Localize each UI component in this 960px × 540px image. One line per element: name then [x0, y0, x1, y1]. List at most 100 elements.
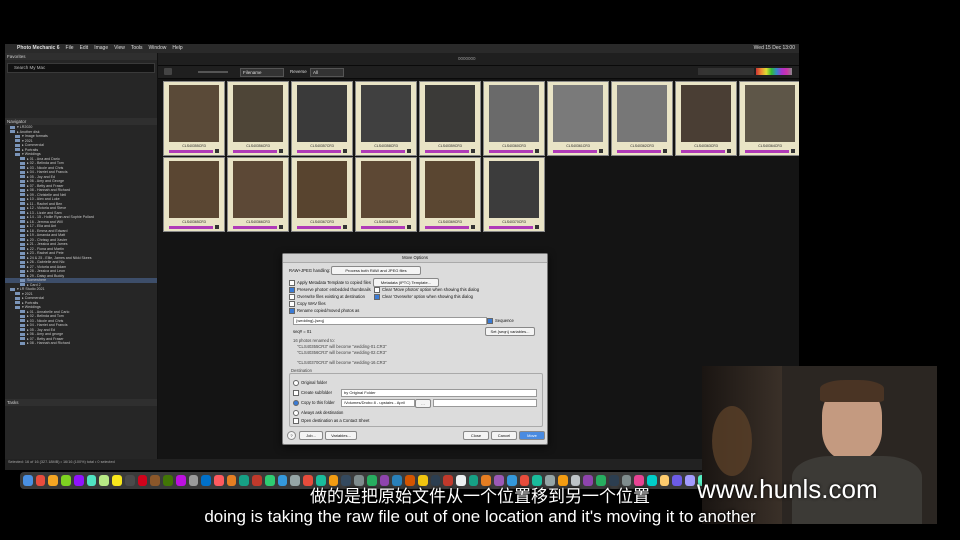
tag-checkbox-icon[interactable] [663, 149, 667, 153]
thumbnail-cell[interactable]: CLS40370CR3 [483, 157, 545, 232]
thumbnail-cell[interactable]: CLS40358CR3 [355, 81, 417, 156]
folder-icon [10, 125, 15, 129]
folder-icon [20, 265, 25, 269]
raw-jpeg-select[interactable]: Process both RAW and JPEG files [331, 266, 421, 275]
tag-checkbox-icon[interactable] [535, 225, 539, 229]
overwrite-checkbox[interactable]: Overwrite files existing at destination [289, 294, 365, 300]
sidebar-tree-label: ▸ 20 - Chrissy and Xavier [27, 237, 68, 242]
menu-image[interactable]: Image [94, 44, 108, 53]
subfolder-field[interactable]: by Original Folder [341, 389, 537, 397]
sidebar-tree-label: ▸ 05 - Joy and Ed [27, 327, 55, 332]
original-folder-radio[interactable]: Original folder [293, 380, 327, 386]
thumbnail-cell[interactable]: CLS40369CR3 [419, 157, 481, 232]
thumbnail-cell[interactable]: CLS40362CR3 [611, 81, 673, 156]
folder-icon [20, 206, 25, 210]
tag-checkbox-icon[interactable] [791, 149, 795, 153]
preserve-thumbnails-checkbox[interactable]: Preserve photos' embedded thumbnails [289, 287, 371, 293]
sort-dropdown[interactable]: Filename [240, 68, 284, 77]
thumbnail-cell[interactable]: CLS40357CR3 [291, 81, 353, 156]
color-class-bar [297, 226, 341, 229]
thumbnail-filename: CLS40368CR3 [374, 220, 398, 224]
thumbnail-cell[interactable]: CLS40360CR3 [483, 81, 545, 156]
menu-app[interactable]: Photo Mechanic 6 [17, 44, 60, 53]
folder-path-field[interactable]: /Volumes/Drobo 8 - upstairs - April Wedd… [341, 399, 415, 407]
rename-field[interactable]: {wedding}-{seq} [293, 317, 487, 325]
copy-to-folder-radio[interactable]: Copy to this folder [293, 400, 335, 406]
tag-checkbox-icon[interactable] [471, 225, 475, 229]
thumbnail-filename: CLS40361CR3 [566, 144, 590, 148]
menu-view[interactable]: View [114, 44, 125, 53]
set-variables-button[interactable]: Set {seqn} variables... [485, 327, 535, 336]
thumbnail-cell[interactable]: CLS40359CR3 [419, 81, 481, 156]
thumbnail-cell[interactable]: CLS40368CR3 [355, 157, 417, 232]
tag-checkbox-icon[interactable] [279, 225, 283, 229]
thumbnail-cell[interactable]: CLS40361CR3 [547, 81, 609, 156]
help-button[interactable]: ? [287, 431, 296, 440]
thumbnail-cell[interactable]: CLS40356CR3 [227, 81, 289, 156]
tag-checkbox-icon[interactable] [215, 225, 219, 229]
rating-filter[interactable] [698, 68, 754, 75]
menu-tools[interactable]: Tools [131, 44, 143, 53]
thumbnail-filename: CLS40370CR3 [502, 220, 526, 224]
menu-edit[interactable]: Edit [80, 44, 89, 53]
thumbnail-image [489, 161, 539, 218]
filter-dropdown[interactable]: All [310, 68, 344, 77]
always-ask-radio[interactable]: Always ask destination [293, 410, 343, 416]
tag-checkbox-icon[interactable] [535, 149, 539, 153]
move-options-dialog: Move Options RAW+JPEG handling: Process … [282, 253, 548, 445]
thumbnail-filename: CLS40355CR3 [182, 144, 206, 148]
create-subfolder-checkbox[interactable]: Create subfolder [293, 390, 332, 396]
sidebar-tree-label: ▸ 13 - Lizzie and Sam [27, 210, 62, 215]
tag-checkbox-icon[interactable] [279, 149, 283, 153]
close-button[interactable]: Close [463, 431, 489, 440]
clear-overwrite-checkbox[interactable]: Clear 'Overwrite' option when showing th… [374, 294, 473, 300]
choose-folder-button[interactable]: … [415, 399, 431, 408]
thumbnail-filename: CLS40364CR3 [758, 144, 782, 148]
sidebar-tree-item[interactable]: ▸ 08 - Hannah and Richard [5, 341, 157, 346]
thumbnail-image [361, 85, 411, 142]
tag-checkbox-icon[interactable] [407, 149, 411, 153]
sort-icon[interactable] [164, 68, 172, 75]
folder-path-extra[interactable] [433, 399, 537, 407]
thumbnail-image [745, 85, 795, 142]
tag-checkbox-icon[interactable] [727, 149, 731, 153]
tag-checkbox-icon[interactable] [407, 225, 411, 229]
tag-checkbox-icon[interactable] [343, 225, 347, 229]
open-contact-checkbox[interactable]: Open destination as a Contact Sheet [293, 418, 369, 424]
menu-file[interactable]: File [66, 44, 74, 53]
metadata-template-button[interactable]: Metadata (IPTC) Template... [373, 278, 439, 287]
thumbnail-cell[interactable]: CLS40355CR3 [163, 81, 225, 156]
thumbnail-filename: CLS40359CR3 [438, 144, 462, 148]
sequence-checkbox[interactable]: Sequence [487, 318, 514, 324]
variables-button[interactable]: Variables... [325, 431, 357, 440]
cancel-button[interactable]: Cancel [491, 431, 517, 440]
copy-wav-checkbox[interactable]: Copy WAV files [289, 301, 326, 307]
clear-move-checkbox[interactable]: Clear 'Move photos' option when showing … [374, 287, 479, 293]
tag-checkbox-icon[interactable] [215, 149, 219, 153]
menu-window[interactable]: Window [149, 44, 167, 53]
search-input[interactable]: Search My Mac [7, 63, 155, 73]
folder-icon [20, 170, 25, 174]
rename-checkbox[interactable]: Rename copied/moved photos as [289, 308, 359, 314]
sidebar-tree-label: ▾ Weddings [22, 152, 41, 156]
thumbnail-cell[interactable]: CLS40366CR3 [227, 157, 289, 232]
thumbnail-cell[interactable]: CLS40367CR3 [291, 157, 353, 232]
thumbnail-cell[interactable]: CLS40363CR3 [675, 81, 737, 156]
tag-checkbox-icon[interactable] [343, 149, 347, 153]
thumbnail-cell[interactable]: CLS40364CR3 [739, 81, 799, 156]
reverse-label[interactable]: Reverse [290, 69, 307, 74]
thumbnail-size-slider[interactable] [198, 71, 228, 73]
folder-icon [20, 202, 25, 206]
sidebar-tree-label: ▸ 03 - Nicole and Chris [27, 318, 64, 323]
move-button[interactable]: Move [519, 431, 545, 440]
apply-template-checkbox[interactable]: Apply Metadata Template to copied files [289, 280, 371, 286]
menu-help[interactable]: Help [172, 44, 182, 53]
color-class-filter[interactable] [756, 68, 792, 75]
sidebar-tree-label: ▸ Commercial [22, 296, 44, 300]
thumbnail-cell[interactable]: CLS40365CR3 [163, 157, 225, 232]
tag-checkbox-icon[interactable] [599, 149, 603, 153]
jobs-button[interactable]: Job... [299, 431, 323, 440]
tag-checkbox-icon[interactable] [471, 149, 475, 153]
sidebar-tree-label: ▸ 22 - Fiona and Martin [27, 246, 64, 251]
thumbnail-filename: CLS40358CR3 [374, 144, 398, 148]
